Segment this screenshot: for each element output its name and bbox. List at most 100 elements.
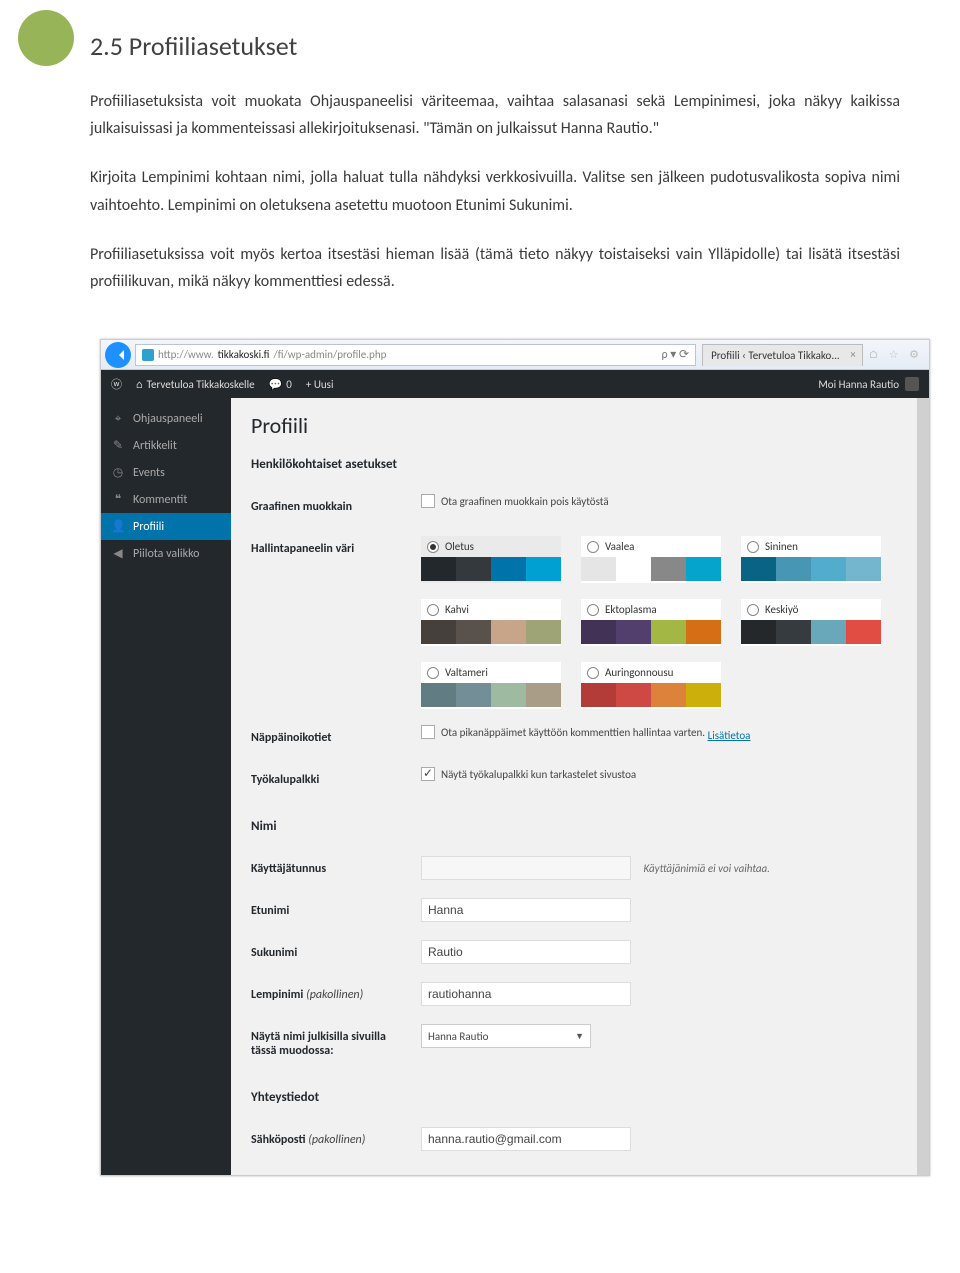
swatches bbox=[581, 683, 721, 707]
row-first-label: Etunimi bbox=[251, 890, 421, 932]
scheme-keskiyö[interactable]: Keskiyö bbox=[741, 599, 881, 646]
sidebar-comments-icon: ❝ bbox=[111, 492, 125, 507]
sidebar-dashboard[interactable]: ⌖ Ohjauspaneeli bbox=[101, 406, 231, 432]
scheme-kahvi[interactable]: Kahvi bbox=[421, 599, 561, 646]
section-contact: Yhteystiedot bbox=[251, 1090, 897, 1105]
scheme-label: Oletus bbox=[445, 540, 474, 553]
toolbar-checkbox[interactable]: ✓ Näytä työkalupalkki kun tarkastelet si… bbox=[421, 767, 636, 781]
sidebar-comments[interactable]: ❝Kommentit bbox=[101, 486, 231, 513]
checkbox-icon: ✓ bbox=[421, 767, 435, 781]
scheme-label: Auringonnousu bbox=[605, 666, 673, 679]
scheme-sininen[interactable]: Sininen bbox=[741, 536, 881, 583]
sidebar-collapse-icon: ◀ bbox=[111, 546, 125, 561]
browser-tab[interactable]: Profiili ‹ Tervetuloa Tikkako... bbox=[702, 344, 863, 366]
row-user-label: Käyttäjätunnus bbox=[251, 848, 421, 890]
scheme-auringonnousu[interactable]: Auringonnousu bbox=[581, 662, 721, 709]
row-email-label: Sähköposti (pakollinen) bbox=[251, 1119, 421, 1161]
row-editor-label: Graafinen muokkain bbox=[251, 486, 421, 528]
radio-icon bbox=[587, 667, 599, 679]
doc-paragraph-1: Profiiliasetuksista voit muokata Ohjausp… bbox=[90, 88, 900, 142]
address-bar[interactable]: http://www. tikkakoski.fi/fi/wp-admin/pro… bbox=[135, 344, 696, 366]
checkbox-icon bbox=[421, 725, 435, 739]
section-personal: Henkilökohtaiset asetukset bbox=[251, 457, 897, 472]
admin-sidebar: ⌖ Ohjauspaneeli ✎ Artikkelit ◷ Events ❝Komment… bbox=[101, 398, 231, 1175]
radio-icon bbox=[587, 604, 599, 616]
refresh-icon[interactable]: ρ ▾ ⟳ bbox=[661, 347, 689, 362]
visual-editor-checkbox[interactable]: Ota graafinen muokkain pois käytöstä bbox=[421, 494, 609, 508]
scheme-label: Keskiyö bbox=[765, 603, 798, 616]
swatches bbox=[741, 557, 881, 581]
username-hint: Käyttäjänimiä ei voi vaihtaa. bbox=[644, 862, 770, 875]
firstname-input[interactable] bbox=[421, 898, 631, 922]
swatches bbox=[581, 620, 721, 644]
nickname-input[interactable] bbox=[421, 982, 631, 1006]
swatches bbox=[581, 557, 721, 581]
sidebar-posts[interactable]: ✎ Artikkelit bbox=[101, 432, 231, 459]
row-shortcuts-label: Näppäinoikotiet bbox=[251, 717, 421, 759]
favicon-icon bbox=[142, 349, 154, 361]
avatar-icon bbox=[905, 377, 919, 391]
sidebar-profile-icon: 👤 bbox=[111, 519, 125, 534]
home-icon: ⌂ bbox=[136, 378, 143, 391]
row-toolbar-label: Työkalupalkki bbox=[251, 759, 421, 801]
lastname-input[interactable] bbox=[421, 940, 631, 964]
swatches bbox=[741, 620, 881, 644]
page-title: Profiili bbox=[251, 412, 897, 439]
sidebar-events-label: Events bbox=[133, 466, 165, 480]
wp-admin-bar: ⓦ ⌂Tervetuloa Tikkakoskelle 💬0 + Uusi Mo… bbox=[101, 370, 929, 398]
doc-paragraph-2: Kirjoita Lempinimi kohtaan nimi, jolla h… bbox=[90, 164, 900, 218]
sidebar-posts-label: Artikkelit bbox=[133, 439, 177, 453]
back-button[interactable] bbox=[105, 342, 131, 368]
radio-icon bbox=[427, 667, 439, 679]
radio-icon bbox=[747, 541, 759, 553]
color-scheme-picker: Oletus Vaalea Sininen Kahvi Ektoplasma Keskiy… bbox=[421, 536, 897, 709]
scheme-oletus[interactable]: Oletus bbox=[421, 536, 561, 583]
sidebar-dashboard-icon: ⌖ bbox=[111, 412, 125, 426]
radio-icon bbox=[427, 541, 439, 553]
scheme-label: Sininen bbox=[765, 540, 798, 553]
sidebar-dashboard-label: Ohjauspaneeli bbox=[133, 412, 203, 426]
doc-paragraph-3: Profiiliasetuksissa voit myös kertoa its… bbox=[90, 241, 900, 295]
scheme-vaalea[interactable]: Vaalea bbox=[581, 536, 721, 583]
radio-icon bbox=[427, 604, 439, 616]
scheme-label: Ektoplasma bbox=[605, 603, 657, 616]
scheme-label: Valtameri bbox=[445, 666, 488, 679]
site-link[interactable]: ⌂Tervetuloa Tikkakoskelle bbox=[136, 378, 255, 391]
username-input bbox=[421, 856, 631, 880]
scheme-ektoplasma[interactable]: Ektoplasma bbox=[581, 599, 721, 646]
doc-heading: 2.5 Profiiliasetukset bbox=[90, 30, 900, 62]
embedded-screenshot: http://www. tikkakoski.fi/fi/wp-admin/pro… bbox=[100, 339, 930, 1176]
scheme-label: Vaalea bbox=[605, 540, 634, 553]
sidebar-events[interactable]: ◷ Events bbox=[101, 459, 231, 486]
radio-icon bbox=[747, 604, 759, 616]
scheme-label: Kahvi bbox=[445, 603, 469, 616]
admin-content: Profiili Henkilökohtaiset asetukset Graa… bbox=[231, 398, 929, 1175]
row-nick-label: Lempinimi (pakollinen) bbox=[251, 974, 421, 1016]
email-input[interactable] bbox=[421, 1127, 631, 1151]
bubble-icon: 💬 bbox=[269, 378, 283, 391]
url-domain: tikkakoski.fi bbox=[218, 348, 270, 361]
scheme-valtameri[interactable]: Valtameri bbox=[421, 662, 561, 709]
wp-logo[interactable]: ⓦ bbox=[111, 376, 122, 392]
sidebar-profile[interactable]: 👤 Profiili bbox=[101, 513, 231, 540]
browser-tools[interactable]: ⌂ ☆ ⚙ bbox=[869, 348, 923, 361]
shortcuts-checkbox[interactable]: Ota pikanäppäimet käyttöön kommenttien h… bbox=[421, 725, 705, 739]
sidebar-collapse[interactable]: ◀ Piilota valikko bbox=[101, 540, 231, 567]
display-name-select[interactable]: Hanna Rautio ▼ bbox=[421, 1024, 591, 1048]
sidebar-events-icon: ◷ bbox=[111, 465, 125, 480]
section-name: Nimi bbox=[251, 819, 897, 834]
comments-count[interactable]: 💬0 bbox=[269, 378, 292, 391]
chevron-down-icon: ▼ bbox=[575, 1031, 584, 1042]
shortcuts-more-link[interactable]: Lisätietoa bbox=[708, 729, 751, 742]
swatches bbox=[421, 683, 561, 707]
new-content[interactable]: + Uusi bbox=[306, 378, 334, 391]
sidebar-collapse-label: Piilota valikko bbox=[133, 547, 199, 561]
row-last-label: Sukunimi bbox=[251, 932, 421, 974]
browser-chrome: http://www. tikkakoski.fi/fi/wp-admin/pro… bbox=[101, 340, 929, 370]
sidebar-profile-label: Profiili bbox=[133, 520, 164, 534]
user-greeting[interactable]: Moi Hanna Rautio bbox=[818, 377, 919, 391]
url-path: /fi/wp-admin/profile.php bbox=[273, 348, 386, 361]
sidebar-posts-icon: ✎ bbox=[111, 438, 125, 453]
url-prefix: http://www. bbox=[158, 348, 214, 361]
row-display-label: Näytä nimi julkisilla sivuilla tässä muo… bbox=[251, 1016, 421, 1072]
